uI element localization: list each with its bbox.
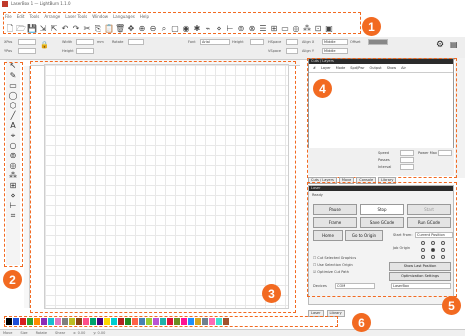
dock-toggle-icon[interactable]: ▤: [450, 40, 458, 49]
vspace-input[interactable]: [286, 48, 298, 54]
property-bar: XPos YPos 🔒 Width Height mm Rotate Font …: [0, 37, 465, 60]
callout-badge-5: 5: [442, 296, 461, 315]
offset-label: Offset: [350, 40, 361, 44]
status-item: y: 0.00: [93, 331, 106, 335]
callout-region-1: [3, 12, 361, 34]
align-y-label: Align Y: [302, 49, 315, 53]
window-title: LaserBox 1 — LightBurn 1.1.0: [11, 1, 71, 6]
callout-region-3: [30, 61, 296, 313]
callout-region-4: [307, 58, 457, 178]
align-y-select[interactable]: Middle: [322, 48, 348, 54]
lock-icon[interactable]: 🔒: [40, 41, 49, 49]
status-item[interactable]: Rotate: [36, 331, 47, 335]
callout-badge-1: 1: [362, 17, 381, 36]
callout-badge-2: 2: [3, 270, 22, 289]
ypos-input[interactable]: [18, 48, 36, 54]
vspace-label: VSpace: [268, 49, 282, 53]
status-item[interactable]: Move: [3, 331, 12, 335]
height-label: Height: [62, 49, 74, 53]
text-height-input[interactable]: [250, 39, 264, 45]
text-height-label: Height: [232, 40, 244, 44]
ypos-label: YPos: [4, 49, 13, 53]
callout-badge-6: 6: [352, 313, 371, 332]
hspace-input[interactable]: [286, 39, 298, 45]
rotate-input[interactable]: [128, 39, 144, 45]
width-input[interactable]: [76, 39, 94, 45]
font-select[interactable]: Arial: [200, 39, 230, 45]
rotate-label: Rotate: [112, 40, 124, 44]
offset-input[interactable]: [368, 39, 388, 45]
units-label: mm: [97, 40, 104, 44]
callout-badge-4: 4: [313, 79, 332, 98]
status-bar: Move Size Rotate Shear x: 0.00 y: 0.00: [0, 329, 465, 336]
status-item: x: 0.00: [73, 331, 86, 335]
callout-region-2: [4, 62, 23, 267]
settings-gear-icon[interactable]: ⚙: [436, 40, 444, 50]
app-icon: [2, 1, 8, 7]
font-label: Font: [188, 40, 196, 44]
callout-badge-3: 3: [262, 284, 281, 303]
title-bar: LaserBox 1 — LightBurn 1.1.0: [0, 0, 465, 8]
xpos-label: XPos: [4, 40, 13, 44]
status-item[interactable]: Shear: [55, 331, 65, 335]
xpos-input[interactable]: [18, 39, 36, 45]
align-x-select[interactable]: Middle: [322, 39, 348, 45]
width-label: Width: [62, 40, 73, 44]
callout-region-5: [307, 182, 457, 297]
height-input[interactable]: [76, 48, 94, 54]
hspace-label: HSpace: [268, 40, 282, 44]
align-x-label: Align X: [302, 40, 315, 44]
status-item[interactable]: Size: [20, 331, 27, 335]
callout-region-6: [4, 316, 338, 327]
